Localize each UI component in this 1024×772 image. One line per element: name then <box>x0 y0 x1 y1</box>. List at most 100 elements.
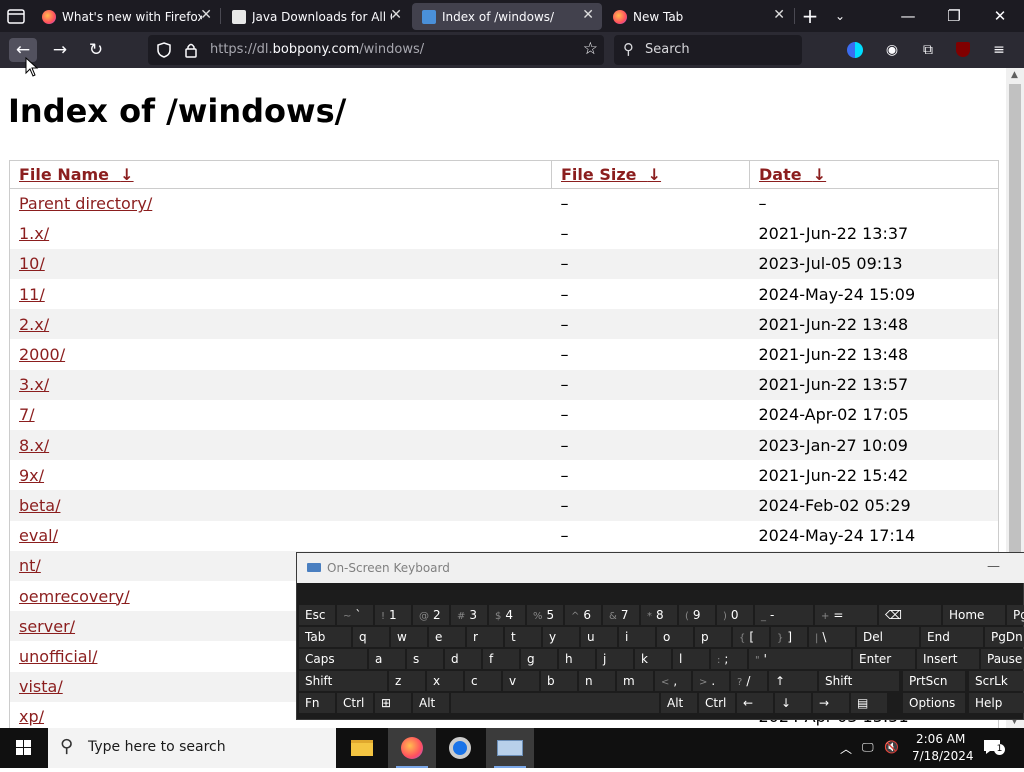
close-tab-icon[interactable]: ✕ <box>200 7 212 23</box>
volume-muted-icon[interactable]: 🔇 <box>884 740 899 754</box>
osk-key[interactable]: d <box>445 649 481 669</box>
osk-key[interactable]: ⊞ <box>375 693 411 713</box>
network-icon[interactable]: 🖵 <box>862 740 874 755</box>
osk-key[interactable]: Options <box>903 693 965 713</box>
osk-key[interactable]: g <box>521 649 557 669</box>
osk-minimize-button[interactable]: — <box>987 559 1000 574</box>
file-link[interactable]: eval/ <box>19 526 58 545</box>
osk-key[interactable]: → <box>813 693 849 713</box>
osk-key[interactable]: f <box>483 649 519 669</box>
show-hidden-icons-chevron-icon[interactable]: ︿ <box>840 740 852 757</box>
osk-key[interactable]: w <box>391 627 427 647</box>
file-link[interactable]: 2.x/ <box>19 315 49 334</box>
clock-time[interactable]: 2:06 AM <box>916 732 965 746</box>
tab-new-tab[interactable]: New Tab ✕ <box>603 3 793 30</box>
osk-key[interactable]: (9 <box>679 605 715 625</box>
file-explorer-icon[interactable] <box>338 728 386 768</box>
file-link[interactable]: 7/ <box>19 405 35 424</box>
osk-key[interactable]: ⌫ <box>879 605 941 625</box>
osk-key[interactable]: z <box>389 671 425 691</box>
osk-key[interactable]: ) 0 <box>717 605 753 625</box>
osk-key[interactable]: ← <box>737 693 773 713</box>
osk-key[interactable]: s <box>407 649 443 669</box>
osk-key[interactable]: ScrLk <box>969 671 1024 691</box>
osk-key[interactable]: & 7 <box>603 605 639 625</box>
osk-key[interactable]: p <box>695 627 731 647</box>
search-box[interactable]: ⚲ Search <box>614 35 802 65</box>
osk-key[interactable]: _ - <box>755 605 813 625</box>
file-link[interactable]: 8.x/ <box>19 436 49 455</box>
column-header-date[interactable]: Date ↓ <box>749 160 999 189</box>
osk-key[interactable]: ~ ` <box>337 605 373 625</box>
osk-key[interactable]: ↑ <box>769 671 817 691</box>
file-link[interactable]: oemrecovery/ <box>19 587 130 606</box>
osk-key[interactable]: a <box>369 649 405 669</box>
column-header-name[interactable]: File Name ↓ <box>9 160 552 189</box>
osk-key[interactable]: Shift <box>819 671 899 691</box>
tab-index-windows[interactable]: Index of /windows/ ✕ <box>412 3 602 30</box>
forward-button[interactable]: → <box>46 38 74 62</box>
osk-key[interactable]: k <box>635 649 671 669</box>
osk-key[interactable]: Home <box>943 605 1005 625</box>
file-link[interactable]: beta/ <box>19 496 60 515</box>
notification-center-icon[interactable]: 1 <box>982 738 1005 756</box>
close-window-button[interactable]: ✕ <box>980 4 1020 28</box>
column-header-size[interactable]: File Size ↓ <box>551 160 750 189</box>
osk-key[interactable]: * 8 <box>641 605 677 625</box>
osk-key[interactable]: x <box>427 671 463 691</box>
osk-key[interactable]: Pause <box>981 649 1024 669</box>
osk-key[interactable]: ! 1 <box>375 605 411 625</box>
osk-key[interactable]: Caps <box>299 649 367 669</box>
osk-key[interactable]: {[ <box>733 627 769 647</box>
osk-key[interactable]: Help <box>969 693 1024 713</box>
clock-date[interactable]: 7/18/2024 <box>912 749 974 763</box>
osk-key[interactable]: Esc <box>299 605 335 625</box>
osk-key[interactable]: PgUp <box>1007 605 1024 625</box>
chrome-taskbar-icon[interactable] <box>436 728 484 768</box>
osk-key[interactable]: l <box>673 649 709 669</box>
osk-key[interactable]: q <box>353 627 389 647</box>
osk-key[interactable]: t <box>505 627 541 647</box>
file-link[interactable]: xp/ <box>19 707 44 726</box>
osk-key[interactable]: Alt <box>661 693 697 713</box>
url-bar[interactable]: https://dl.bobpony.com/windows/ ☆ <box>148 35 604 65</box>
close-tab-icon[interactable]: ✕ <box>773 7 785 23</box>
tracking-protection-shield-icon[interactable] <box>156 42 172 58</box>
file-link[interactable]: 2000/ <box>19 345 65 364</box>
on-screen-keyboard-taskbar-icon[interactable] <box>486 728 534 768</box>
file-link[interactable]: server/ <box>19 617 75 636</box>
menu-hamburger-icon[interactable]: ≡ <box>989 40 1009 60</box>
osk-key[interactable]: v <box>503 671 539 691</box>
osk-key[interactable]: + = <box>815 605 877 625</box>
file-link[interactable]: 9x/ <box>19 466 44 485</box>
osk-key[interactable]: <, <box>655 671 691 691</box>
file-link[interactable]: unofficial/ <box>19 647 97 666</box>
file-link[interactable]: vista/ <box>19 677 63 696</box>
osk-key[interactable]: o <box>657 627 693 647</box>
osk-key[interactable]: r <box>467 627 503 647</box>
osk-key[interactable]: PrtScn <box>903 671 965 691</box>
osk-key[interactable]: ▤ <box>851 693 887 713</box>
osk-key[interactable]: Enter <box>853 649 915 669</box>
list-all-tabs-button[interactable] <box>4 5 28 27</box>
scroll-up-arrow-icon[interactable]: ▲ <box>1011 70 1018 80</box>
osk-key[interactable]: :; <box>711 649 747 669</box>
osk-key[interactable]: ? / <box>731 671 767 691</box>
close-tab-icon[interactable]: ✕ <box>390 7 402 23</box>
osk-key[interactable]: Alt <box>413 693 449 713</box>
reload-button[interactable]: ↻ <box>82 38 110 62</box>
firefox-taskbar-icon[interactable] <box>388 728 436 768</box>
osk-key[interactable]: j <box>597 649 633 669</box>
osk-key[interactable]: i <box>619 627 655 647</box>
firefox-view-icon[interactable] <box>845 40 865 60</box>
file-link[interactable]: Parent directory/ <box>19 194 152 213</box>
file-link[interactable]: 3.x/ <box>19 375 49 394</box>
osk-key[interactable]: @2 <box>413 605 449 625</box>
extensions-icon[interactable]: ⧉ <box>918 40 938 60</box>
tab-whats-new[interactable]: What's new with Firefox - ✕ <box>32 3 220 30</box>
osk-key[interactable]: #3 <box>451 605 487 625</box>
osk-key[interactable]: b <box>541 671 577 691</box>
tab-java-downloads[interactable]: Java Downloads for All Op ✕ <box>222 3 410 30</box>
minimize-button[interactable]: — <box>888 4 928 28</box>
osk-key[interactable]: c <box>465 671 501 691</box>
